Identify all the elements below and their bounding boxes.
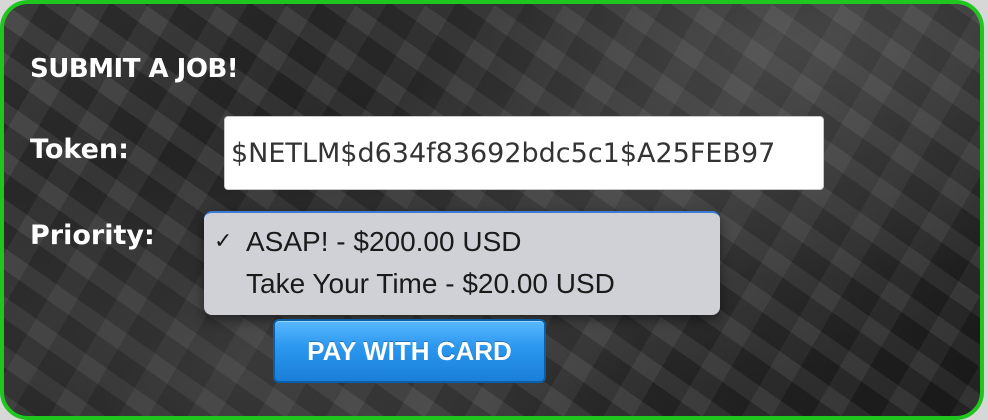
pay-with-card-button[interactable]: PAY WITH CARD bbox=[273, 319, 546, 383]
form-title: SUBMIT A JOB! bbox=[30, 54, 239, 84]
priority-label: Priority: bbox=[30, 220, 155, 251]
priority-option-asap[interactable]: ✓ ASAP! - $200.00 USD bbox=[204, 221, 720, 263]
token-label: Token: bbox=[30, 134, 129, 165]
priority-dropdown-menu[interactable]: ✓ ASAP! - $200.00 USD Take Your Time - $… bbox=[204, 211, 720, 315]
checkmark-icon: ✓ bbox=[214, 229, 233, 254]
priority-option-label: Take Your Time - $20.00 USD bbox=[246, 268, 615, 299]
priority-option-take-your-time[interactable]: Take Your Time - $20.00 USD bbox=[204, 263, 720, 305]
token-input[interactable] bbox=[224, 116, 824, 190]
priority-option-label: ASAP! - $200.00 USD bbox=[246, 226, 522, 257]
submit-job-panel: SUBMIT A JOB! Token: Priority: ✓ ASAP! -… bbox=[0, 0, 984, 420]
